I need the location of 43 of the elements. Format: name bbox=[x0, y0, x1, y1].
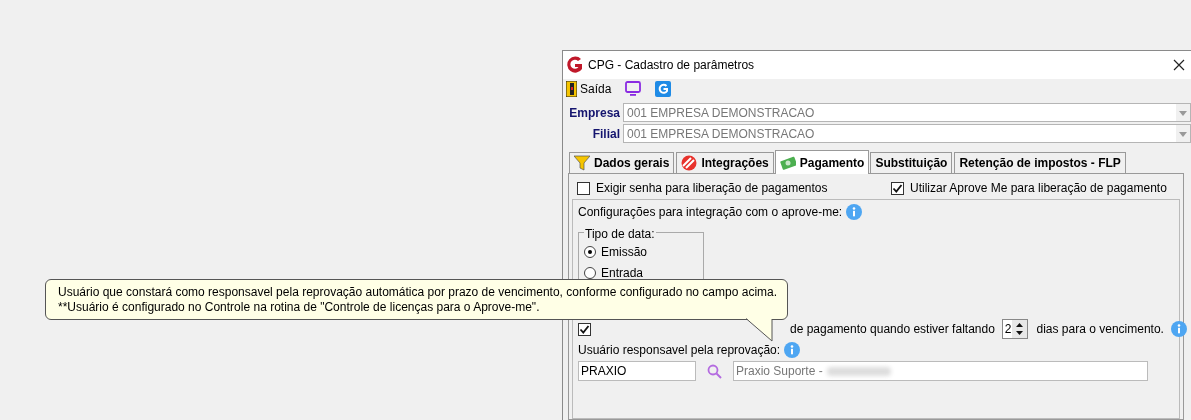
exit-button[interactable]: Saída bbox=[566, 80, 612, 98]
days-spinner[interactable]: 2 bbox=[1001, 319, 1028, 339]
info-icon[interactable] bbox=[784, 342, 801, 358]
radio-label: Entrada bbox=[601, 264, 644, 282]
tooltip-text: Usuário que constará como responsavel pela reprovação automática por prazo de vencimento, conforme configurado no campo acima. bbox=[58, 285, 779, 300]
tab[interactable]: Integrações bbox=[676, 152, 774, 173]
monitor-icon[interactable] bbox=[625, 81, 642, 97]
field-label: Usuário responsavel pela reprovação: bbox=[578, 342, 781, 359]
door-icon bbox=[566, 81, 577, 97]
section-label: Configurações para integração com o aprove-me: bbox=[578, 204, 843, 221]
company-dropdown[interactable]: 001 EMPRESA DEMONSTRACAO bbox=[623, 103, 1191, 122]
checkbox[interactable] bbox=[577, 181, 590, 195]
field-label: Empresa bbox=[568, 104, 621, 122]
app-logo-icon[interactable] bbox=[655, 81, 672, 97]
checkbox-label: de pagamento quando estiver faltando bbox=[790, 321, 995, 338]
user-name-field: Praxio Suporte - bbox=[733, 361, 1148, 381]
blurred-block bbox=[826, 366, 891, 376]
field-label: Filial bbox=[591, 125, 621, 143]
funnel-icon bbox=[574, 155, 590, 171]
stripes-icon bbox=[681, 155, 698, 171]
logo-icon bbox=[566, 56, 584, 74]
radio-button[interactable] bbox=[584, 245, 596, 258]
radio-button[interactable] bbox=[584, 266, 596, 279]
window-title: CPG - Cadastro de parâmetros bbox=[588, 57, 755, 74]
checkbox-label: Utilizar Aprove Me para liberação de pagamento bbox=[910, 180, 1167, 197]
checkbox[interactable] bbox=[578, 322, 591, 336]
search-icon[interactable] bbox=[707, 363, 722, 379]
info-icon[interactable] bbox=[1170, 321, 1187, 337]
tab[interactable]: Pagamento bbox=[774, 150, 870, 174]
tooltip-text: **Usuário é configurado no Controle na rotina de "Controle de licenças para o Aprove-me". bbox=[58, 300, 541, 315]
tab[interactable]: Substituição bbox=[870, 152, 953, 173]
tab[interactable]: Retenção de impostos - FLP bbox=[954, 152, 1126, 173]
days-suffix: dias para o vencimento. bbox=[1036, 321, 1164, 338]
spinner-arrows-icon[interactable] bbox=[1011, 320, 1027, 338]
checkbox[interactable] bbox=[891, 181, 904, 195]
user-code-field[interactable]: PRAXIO bbox=[578, 361, 696, 381]
info-icon[interactable] bbox=[846, 204, 863, 220]
close-icon[interactable] bbox=[1173, 59, 1185, 71]
banknote-icon bbox=[779, 154, 796, 171]
tab[interactable]: Dados gerais bbox=[569, 152, 675, 173]
checkbox-label: Exigir senha para liberação de pagamentos bbox=[596, 180, 828, 197]
radio-label: Emissão bbox=[601, 243, 647, 261]
company-dropdown[interactable]: 001 EMPRESA DEMONSTRACAO bbox=[623, 124, 1191, 143]
